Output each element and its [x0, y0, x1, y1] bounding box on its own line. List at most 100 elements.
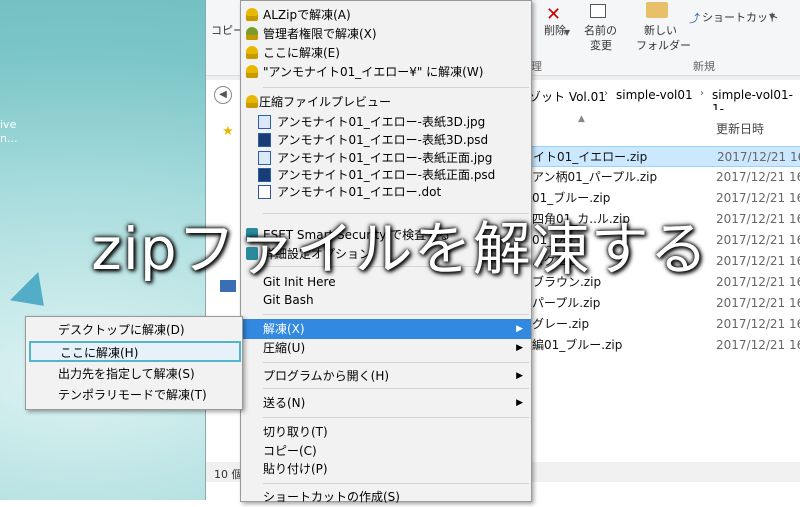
new-folder-label-2[interactable]: フォルダー — [636, 37, 691, 53]
chevron-down-icon[interactable]: ▼ — [769, 12, 775, 21]
word-file-icon — [258, 185, 271, 199]
chevron-right-icon: › — [604, 88, 608, 99]
file-name: ブラウン.zip — [532, 275, 602, 289]
file-row[interactable]: 編01_ブルー.zip 2017/12/21 16 — [528, 335, 800, 356]
file-date: 2017/12/21 16 — [716, 170, 800, 184]
file-date: 2017/12/21 16 — [716, 254, 800, 268]
file-name: 四角01_カ..ル.zip — [532, 212, 630, 226]
submenu-item-extract-here[interactable]: ここに解凍(H) — [29, 341, 241, 362]
menu-item-extract-to-folder[interactable]: "アンモナイト01_イエロー¥" に解凍(W) — [241, 62, 531, 82]
file-row[interactable]: 01_グ... 2017/12/21 16 — [528, 230, 800, 251]
menu-item-admin-extract[interactable]: 管理者権限で解凍(X) — [241, 24, 531, 44]
menu-separator — [263, 213, 529, 214]
menu-item-alzip-extract[interactable]: ALZipで解凍(A) — [241, 5, 531, 25]
desktop-icon-label: ive — [0, 118, 17, 131]
file-row[interactable]: イト01_イエロー.zip 2017/12/21 16 — [528, 146, 800, 167]
chevron-right-icon: ▶ — [516, 343, 523, 353]
file-date: 2017/12/21 16 — [716, 233, 800, 247]
file-date: 2017/12/21 16 — [716, 338, 800, 352]
menu-item-create-shortcut[interactable]: ショートカットの作成(S) — [241, 487, 531, 507]
new-folder-label-1[interactable]: 新しい — [644, 22, 677, 38]
chevron-down-icon[interactable]: ▼ — [564, 28, 570, 37]
photoshop-file-icon — [258, 168, 271, 182]
preview-file-item[interactable]: アンモナイト01_イエロー-表紙3D.psd — [241, 130, 531, 150]
menu-item-compress[interactable]: 圧縮(U) ▶ — [241, 338, 531, 358]
file-date: 2017/12/21 16 — [716, 275, 800, 289]
file-name: 編01_ブルー.zip — [532, 338, 623, 352]
menu-separator — [263, 388, 529, 389]
menu-item-extract-here[interactable]: ここに解凍(E) — [241, 43, 531, 63]
ribbon-group-organize: 理 — [531, 60, 542, 73]
rename-icon[interactable] — [590, 4, 606, 18]
file-row[interactable]: 四角01_カ..ル.zip 2017/12/21 16 — [528, 209, 800, 230]
menu-item-archive-preview[interactable]: 圧縮ファイルプレビュー — [241, 92, 531, 112]
rename-label-2[interactable]: 変更 — [590, 37, 612, 53]
shortcut-icon[interactable]: ⤴ — [689, 10, 700, 26]
eset-icon — [246, 228, 258, 241]
file-name: パープル.zip — [532, 296, 601, 310]
file-date: 2017/12/21 16 — [716, 191, 800, 205]
submenu-item-extract-temp[interactable]: テンポラリモードで解凍(T) — [26, 385, 242, 406]
submenu-item-extract-to[interactable]: 出力先を指定して解凍(S) — [26, 364, 242, 385]
chevron-right-icon: ▶ — [516, 324, 523, 334]
menu-item-cut[interactable]: 切り取り(T) — [241, 422, 531, 442]
extract-submenu: デスクトップに解凍(D) ここに解凍(H) 出力先を指定して解凍(S) テンポラ… — [25, 316, 243, 410]
sort-arrow-icon: ▲ — [578, 114, 585, 124]
file-row[interactable]: 01_ブルー.zip 2017/12/21 16 — [528, 188, 800, 209]
file-name: イト01_イエロー.zip — [533, 150, 648, 164]
submenu-item-extract-desktop[interactable]: デスクトップに解凍(D) — [26, 320, 242, 341]
monitor-icon[interactable] — [220, 280, 236, 292]
lock-icon — [246, 65, 258, 78]
preview-file-item[interactable]: アンモナイト01_イエロー.dot — [241, 182, 531, 202]
menu-item-git-init[interactable]: Git Init Here — [241, 272, 531, 292]
lock-icon — [246, 8, 258, 21]
menu-item-open-with[interactable]: プログラムから開く(H) ▶ — [241, 366, 531, 386]
image-file-icon — [258, 151, 271, 165]
file-name: グレー.zip — [532, 317, 590, 331]
shortcut-button[interactable]: ショートカット — [702, 9, 779, 25]
file-row[interactable]: グレー.zip 2017/12/21 16 — [528, 314, 800, 335]
menu-item-git-bash[interactable]: Git Bash — [241, 290, 531, 310]
context-menu: ALZipで解凍(A) 管理者権限で解凍(X) ここに解凍(E) "アンモナイト… — [240, 0, 532, 504]
delete-button[interactable]: 削除 — [544, 22, 566, 38]
menu-item-paste[interactable]: 貼り付け(P) — [241, 459, 531, 479]
chevron-right-icon: ▶ — [516, 398, 523, 408]
preview-file-item[interactable]: アンモナイト01_イエロー-表紙3D.jpg — [241, 112, 531, 132]
lock-icon — [246, 95, 258, 108]
image-file-icon — [258, 115, 271, 129]
menu-item-eset-scan[interactable]: ESET Smart Security で検査する — [241, 225, 531, 245]
file-row[interactable]: ...ク.zip 2017/12/21 16 — [528, 251, 800, 272]
file-name: 01_グ... — [532, 233, 577, 247]
file-date: 2017/12/21 16 — [717, 150, 800, 164]
menu-separator — [263, 266, 529, 267]
menu-item-eset-options[interactable]: 詳細設定オプション — [241, 244, 531, 264]
menu-item-extract[interactable]: 解凍(X) ▶ — [241, 319, 531, 339]
file-list[interactable]: ▲ 更新日時 イト01_イエロー.zip 2017/12/21 16 アン柄01_パ… — [528, 110, 800, 500]
breadcrumb-1[interactable]: ゾット Vol.01 — [529, 88, 606, 105]
breadcrumb-2[interactable]: simple-vol01 — [616, 88, 693, 102]
file-row[interactable]: パープル.zip 2017/12/21 16 — [528, 293, 800, 314]
menu-separator — [263, 417, 529, 418]
file-date: 2017/12/21 16 — [716, 296, 800, 310]
menu-item-copy[interactable]: コピー(C) — [241, 441, 531, 461]
item-count: 10 個 — [214, 468, 243, 481]
lock-icon — [246, 46, 258, 59]
new-folder-icon[interactable] — [646, 2, 668, 18]
file-row[interactable]: アン柄01_パープル.zip 2017/12/21 16 — [528, 167, 800, 188]
date-column-header[interactable]: 更新日時 — [716, 120, 764, 137]
menu-item-send-to[interactable]: 送る(N) ▶ — [241, 393, 531, 413]
file-row[interactable]: ブラウン.zip 2017/12/21 16 — [528, 272, 800, 293]
admin-icon — [246, 27, 258, 40]
file-date: 2017/12/21 16 — [716, 212, 800, 226]
eset-icon — [246, 247, 258, 260]
chevron-right-icon: › — [700, 88, 704, 99]
chevron-right-icon: ▶ — [516, 371, 523, 381]
ribbon-group-new: 新規 — [693, 60, 715, 73]
photoshop-file-icon — [258, 133, 271, 147]
rename-label-1[interactable]: 名前の — [584, 22, 617, 38]
menu-separator — [263, 362, 529, 363]
menu-separator — [263, 87, 529, 88]
desktop-icon-label-2: n... — [0, 132, 18, 145]
back-icon[interactable]: ◀ — [214, 86, 232, 104]
star-icon[interactable]: ★ — [222, 124, 234, 139]
